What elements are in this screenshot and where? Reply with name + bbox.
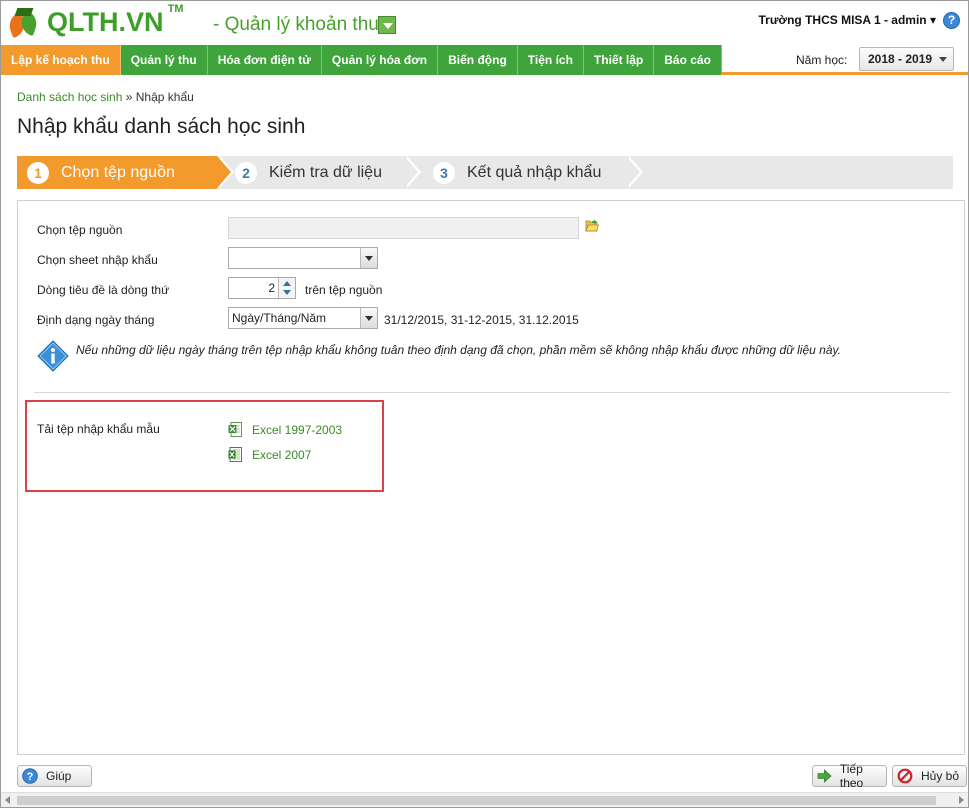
date-format-select[interactable]: Ngày/Tháng/Năm — [228, 307, 378, 329]
date-format-example: 31/12/2015, 31-12-2015, 31.12.2015 — [384, 313, 579, 327]
scroll-right-icon[interactable] — [959, 796, 964, 804]
menu-item-quan-ly-thu[interactable]: Quản lý thu — [120, 45, 208, 75]
school-year-select[interactable]: 2018 - 2019 — [859, 47, 954, 71]
scrollbar-thumb[interactable] — [17, 796, 936, 805]
header-row-label: Dòng tiêu đề là dòng thứ — [37, 283, 170, 297]
menu-item-quan-ly-hoa-don[interactable]: Quản lý hóa đơn — [321, 45, 439, 75]
date-format-info-text: Nếu những dữ liệu ngày tháng trên tệp nh… — [76, 343, 841, 357]
menu-item-bien-dong[interactable]: Biến động — [438, 45, 518, 75]
menu-item-bao-cao[interactable]: Báo cáo — [654, 45, 722, 75]
app-subtitle: - Quản lý khoản thu — [213, 14, 379, 35]
spinner-icon[interactable] — [278, 278, 295, 298]
breadcrumb-current: Nhập khẩu — [135, 90, 194, 104]
svg-text:?: ? — [27, 771, 34, 783]
breadcrumb-link-student-list[interactable]: Danh sách học sinh — [17, 90, 122, 104]
step-label: Kiểm tra dữ liệu — [269, 163, 382, 181]
breadcrumb: Danh sách học sinh » Nhập khẩu — [17, 90, 194, 104]
step-number: 2 — [235, 161, 257, 184]
wizard-step-2: 2 Kiểm tra dữ liệu — [235, 156, 382, 189]
user-menu[interactable]: Trường THCS MISA 1 - admin ▾ — [759, 13, 936, 27]
excel-2007-label: Excel 2007 — [252, 447, 312, 462]
help-icon[interactable]: ? — [943, 12, 960, 29]
step-label: Chọn tệp nguồn — [61, 163, 175, 181]
next-button-label: Tiếp theo — [839, 762, 864, 790]
import-wizard-steps: 1 Chọn tệp nguồn 2 Kiểm tra dữ liệu 3 Kế… — [17, 156, 953, 189]
chevron-down-icon[interactable] — [360, 308, 377, 328]
download-excel-1997-link[interactable]: Excel 1997-2003 — [228, 422, 342, 437]
logo-leaf-icon — [5, 7, 41, 38]
wizard-step-1: 1 Chọn tệp nguồn — [17, 156, 217, 189]
excel-file-icon — [228, 422, 242, 437]
source-file-input[interactable] — [228, 217, 579, 239]
next-button[interactable]: Tiếp theo — [812, 762, 887, 790]
date-format-label: Định dạng ngày tháng — [37, 313, 155, 327]
source-file-label: Chọn tệp nguồn — [37, 223, 123, 237]
logo[interactable]: QLTH.VN TM — [5, 3, 184, 38]
date-format-value: Ngày/Tháng/Năm — [232, 311, 327, 325]
chevron-down-icon — [939, 57, 947, 62]
sheet-select[interactable] — [228, 247, 378, 269]
cancel-button-label: Hủy bỏ — [921, 769, 960, 783]
step-number: 1 — [27, 161, 49, 184]
scroll-left-icon[interactable] — [5, 796, 10, 804]
arrow-right-icon — [817, 769, 832, 783]
logo-text: QLTH.VN TM — [47, 3, 184, 37]
app-switch-dropdown[interactable] — [378, 16, 396, 34]
template-highlight-box — [25, 400, 384, 492]
open-folder-icon[interactable] — [585, 219, 599, 232]
header-row-stepper[interactable]: 2 — [228, 277, 296, 299]
cancel-button[interactable]: Hủy bỏ — [892, 765, 967, 787]
menu-item-hoa-don-dien-tu[interactable]: Hóa đơn điện tử — [207, 45, 322, 75]
menu-item-lap-ke-hoach-thu[interactable]: Lập kế hoạch thu — [1, 45, 121, 75]
horizontal-scrollbar[interactable] — [1, 792, 968, 807]
section-divider — [34, 392, 951, 393]
excel-file-icon — [228, 447, 242, 462]
template-download-label: Tải tệp nhập khẩu mẫu — [37, 422, 160, 436]
menu-item-thiet-lap[interactable]: Thiết lập — [583, 45, 655, 75]
excel-1997-label: Excel 1997-2003 — [252, 422, 343, 437]
menu-item-tien-ich[interactable]: Tiện ích — [517, 45, 584, 75]
header-row-value: 2 — [268, 281, 275, 295]
main-menu: Lập kế hoạch thu Quản lý thu Hóa đơn điệ… — [1, 45, 722, 75]
sheet-label: Chọn sheet nhập khẩu — [37, 253, 158, 267]
header-row-suffix: trên tệp nguồn — [305, 283, 383, 297]
step-number: 3 — [433, 161, 455, 184]
app-header: QLTH.VN TM - Quản lý khoản thu Trường THC… — [1, 1, 968, 45]
help-button[interactable]: ? Giúp — [17, 765, 92, 787]
step-label: Kết quả nhập khẩu — [467, 163, 602, 181]
chevron-down-icon[interactable] — [360, 248, 377, 268]
download-excel-2007-link[interactable]: Excel 2007 — [228, 447, 311, 462]
cancel-icon — [897, 768, 913, 784]
info-icon — [37, 340, 69, 372]
school-year-label: Năm học: — [796, 53, 848, 67]
help-icon: ? — [22, 768, 38, 784]
help-button-label: Giúp — [46, 769, 72, 783]
school-year-value: 2018 - 2019 — [868, 52, 933, 66]
page-title: Nhập khẩu danh sách học sinh — [17, 115, 306, 138]
main-menu-bar: Lập kế hoạch thu Quản lý thu Hóa đơn điệ… — [1, 45, 968, 75]
wizard-step-3: 3 Kết quả nhập khẩu — [433, 156, 601, 189]
breadcrumb-separator: » — [122, 90, 136, 104]
